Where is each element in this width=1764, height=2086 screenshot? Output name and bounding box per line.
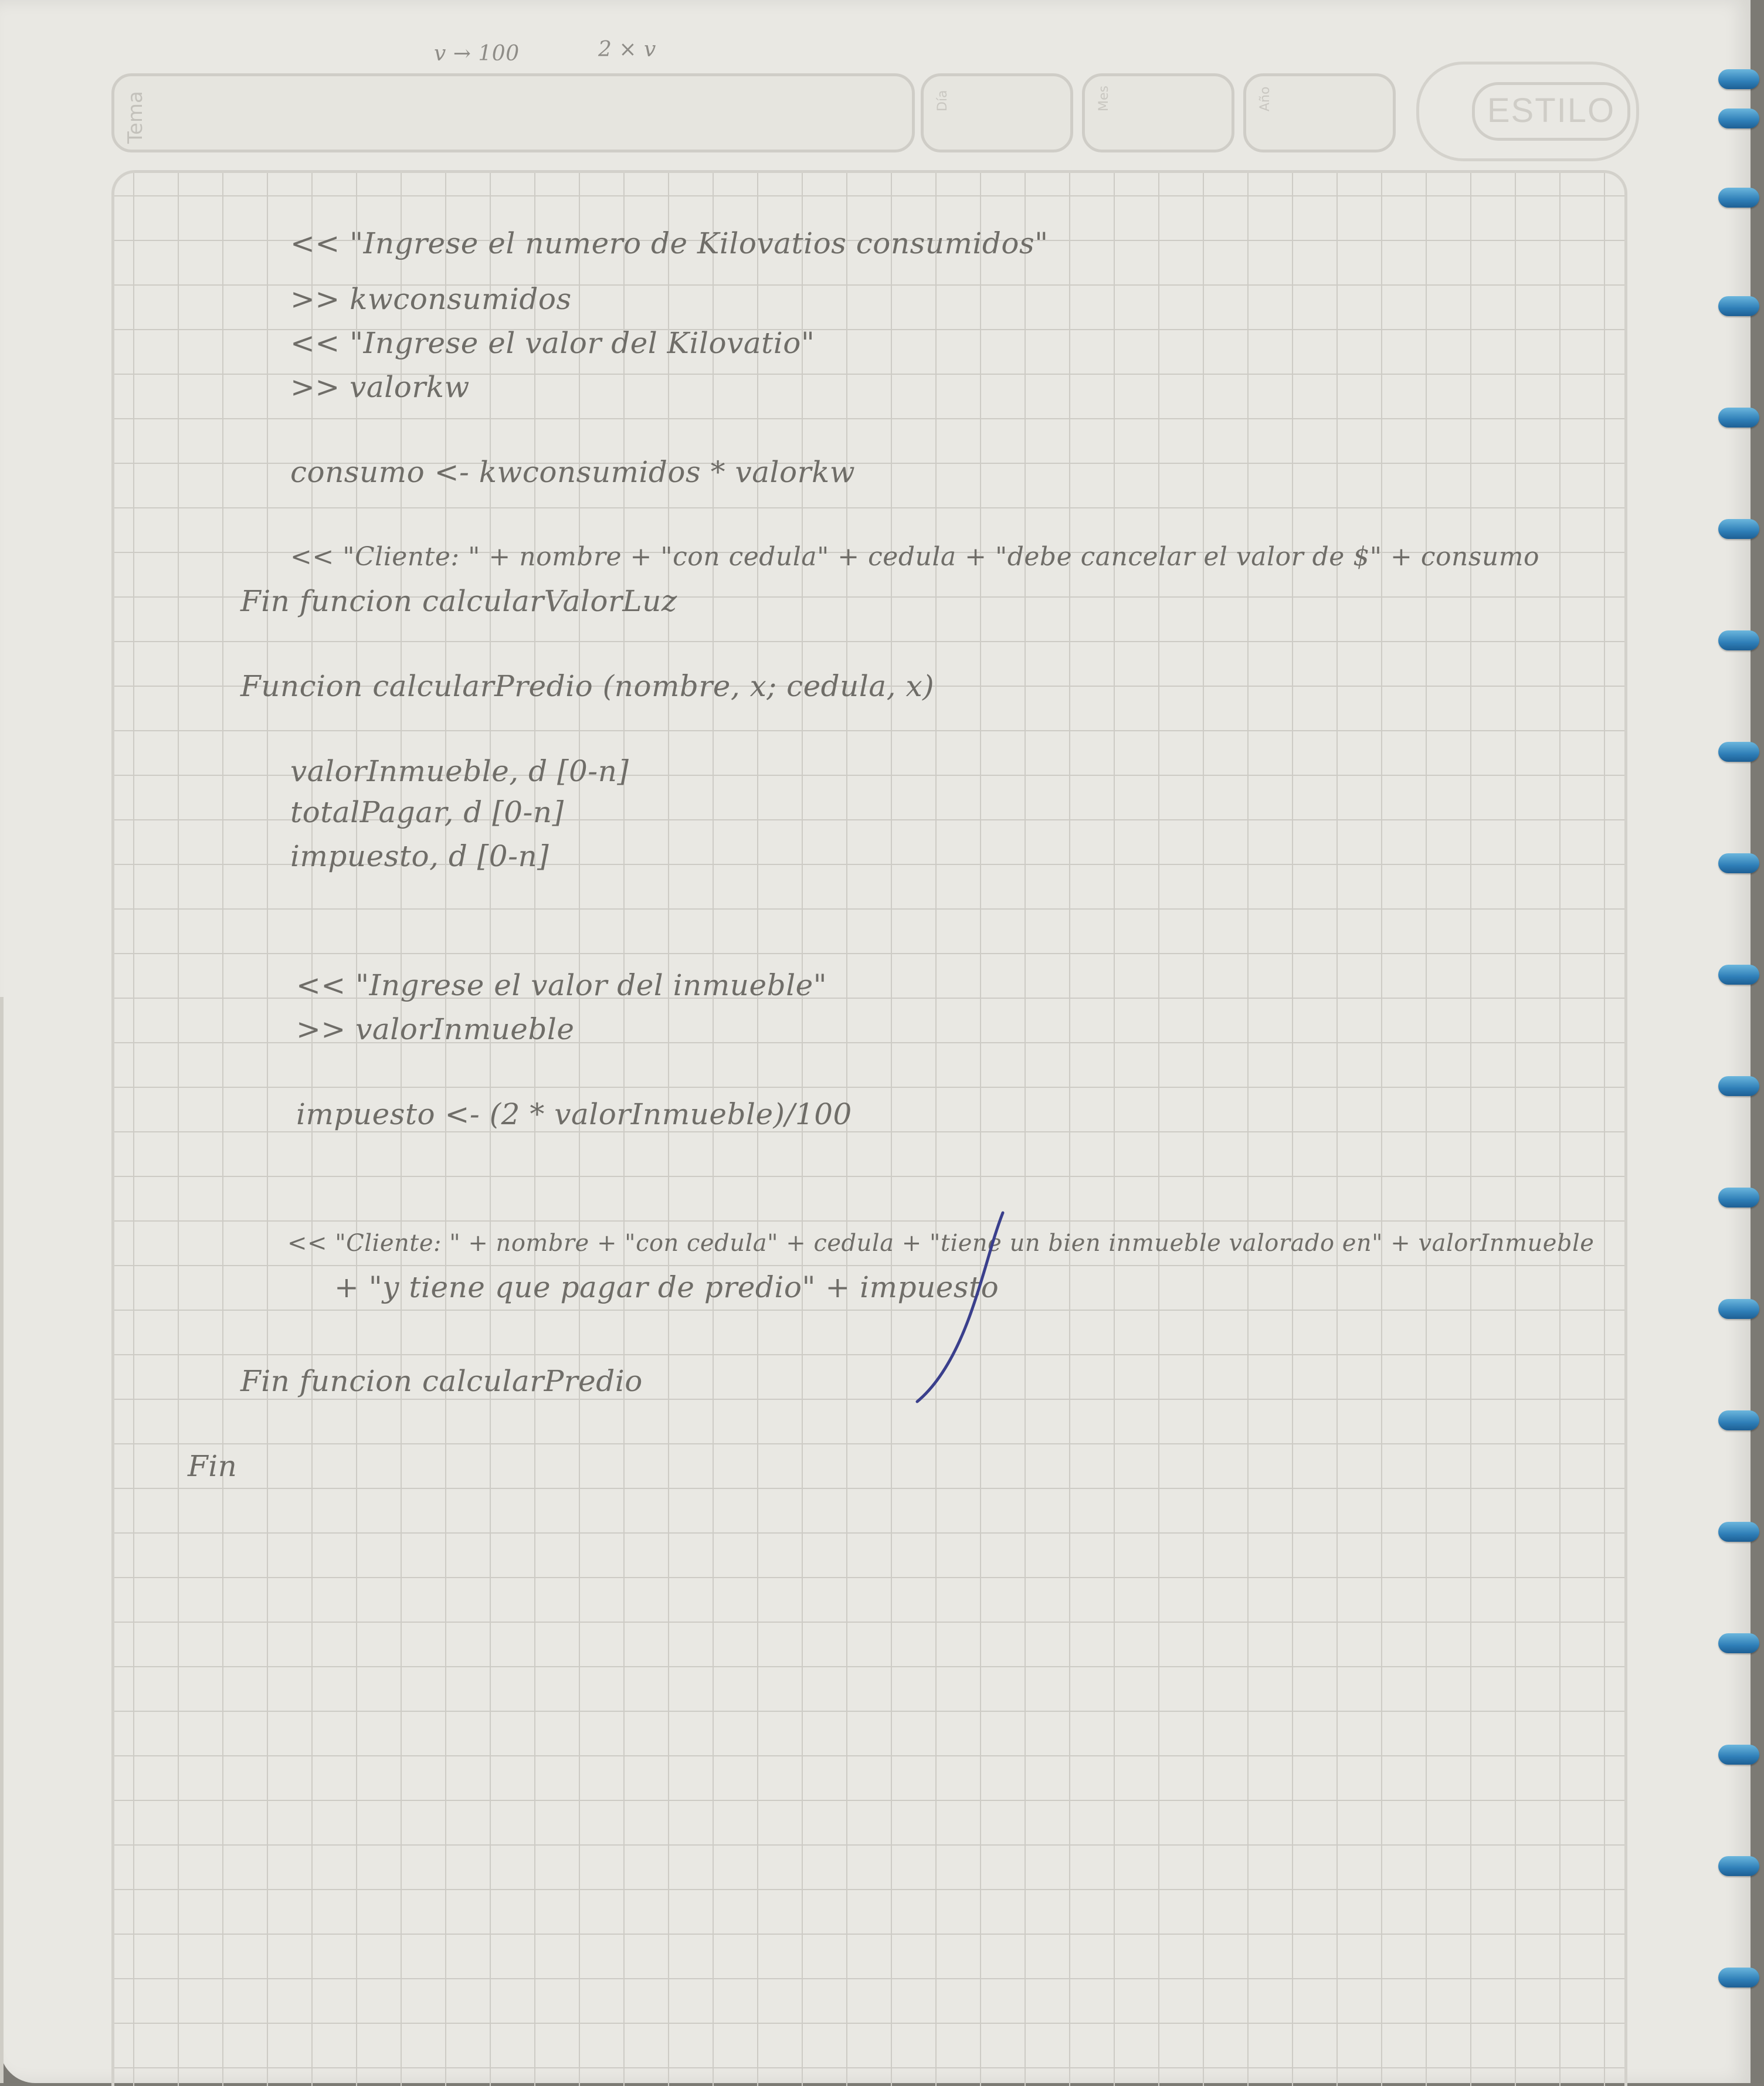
year-field: Año [1243, 73, 1396, 152]
brand-logo: ESTILO [1472, 82, 1630, 141]
day-field: Día [921, 73, 1073, 152]
spiral-coil [1718, 408, 1759, 428]
year-label: Año [1258, 86, 1273, 111]
spiral-coil [1718, 853, 1759, 873]
spiral-binding [1718, 0, 1764, 2083]
line-fin: Fin [188, 1449, 238, 1483]
margin-fraction-right-numerator: 2 × v [598, 38, 656, 62]
line-prompt-value: << "Ingrese el valor del Kilovatio" [290, 326, 815, 360]
day-label: Día [935, 90, 950, 111]
line-end-function-predio: Fin funcion calcularPredio [240, 1364, 643, 1398]
month-label: Mes [1097, 86, 1111, 111]
month-field: Mes [1082, 73, 1234, 152]
line-prompt-inmueble: << "Ingrese el valor del inmueble" [296, 968, 827, 1002]
tema-field: Tema [111, 73, 915, 152]
line-var-valor-inmueble: valorInmueble, d [0-n] [290, 754, 629, 788]
spiral-coil [1718, 519, 1759, 539]
spiral-coil [1718, 188, 1759, 208]
line-impuesto-calc: impuesto <- (2 * valorInmueble)/100 [296, 1097, 852, 1131]
spiral-coil [1718, 1299, 1759, 1319]
line-output-consumo: << "Cliente: " + nombre + "con cedula" +… [290, 542, 1539, 572]
line-var-total-pagar: totalPagar, d [0-n] [290, 795, 564, 829]
line-prompt-kw: << "Ingrese el numero de Kilovatios cons… [290, 226, 1049, 260]
spiral-coil [1718, 1410, 1759, 1430]
pen-check-mark [915, 1211, 1005, 1403]
spiral-coil [1718, 1522, 1759, 1542]
spiral-coil [1718, 1076, 1759, 1096]
spiral-coil [1718, 1856, 1759, 1876]
spiral-coil [1718, 69, 1759, 89]
line-output-predio-2: + "y tiene que pagar de predio" + impues… [334, 1270, 999, 1304]
header-band: Tema Día Mes Año ESTILO [111, 62, 1642, 161]
spiral-coil [1718, 630, 1759, 650]
line-function-predio: Funcion calcularPredio (nombre, x; cedul… [240, 669, 935, 703]
line-end-function-luz: Fin funcion calcularValorLuz [240, 584, 677, 618]
spiral-coil [1718, 1633, 1759, 1653]
notebook-page: v → 100 2 2 × v 100 Tema Día Mes Año EST… [0, 0, 1751, 2086]
line-read-kw: >> kwconsumidos [290, 282, 572, 316]
line-var-impuesto: impuesto, d [0-n] [290, 839, 549, 873]
spiral-coil [1718, 965, 1759, 985]
tema-label: Tema [124, 91, 147, 144]
line-consumo-calc: consumo <- kwconsumidos * valorkw [290, 455, 856, 489]
line-read-inmueble: >> valorInmueble [296, 1012, 575, 1046]
spiral-coil [1718, 1188, 1759, 1207]
spiral-coil [1718, 1745, 1759, 1765]
spiral-coil [1718, 1968, 1759, 1987]
spiral-coil [1718, 108, 1759, 128]
line-read-value: >> valorkw [290, 370, 470, 404]
spiral-coil [1718, 742, 1759, 762]
spiral-coil [1718, 296, 1759, 316]
